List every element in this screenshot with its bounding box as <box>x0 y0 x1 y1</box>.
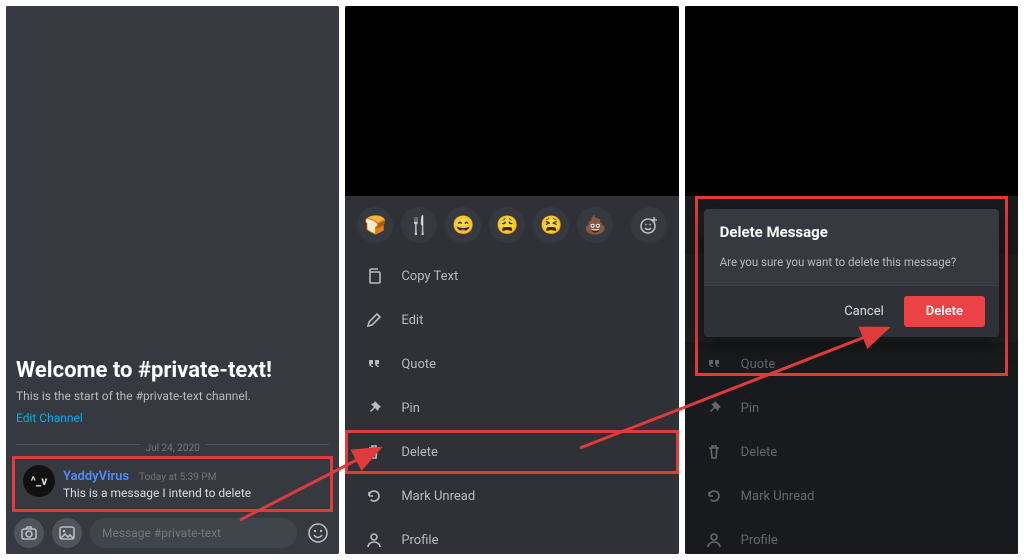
copy-icon <box>365 268 383 284</box>
delete-message-dialog: Delete Message Are you sure you want to … <box>704 209 999 337</box>
composer-bar: Message #private-text <box>6 512 339 554</box>
message-body: YaddyVirus Today at 5:39 PM This is a me… <box>63 465 251 500</box>
menu-label: Profile <box>401 533 438 548</box>
edit-channel-link[interactable]: Edit Channel <box>16 411 329 425</box>
message-context-menu: Copy Text Edit Quote Pin Delete Mark Unr… <box>345 254 678 554</box>
welcome-subtitle: This is the start of the #private-text c… <box>16 389 329 403</box>
smiley-icon <box>307 522 329 544</box>
reaction-option[interactable]: 😫 <box>533 207 569 243</box>
cancel-button[interactable]: Cancel <box>834 296 894 327</box>
panel-context-menu: 🍞 🍴 😄 😩 😫 💩 Copy Text Edit Quote Pin Del… <box>345 6 678 554</box>
menu-item-copy-text[interactable]: Copy Text <box>345 254 678 298</box>
menu-item-quote[interactable]: Quote <box>345 342 678 386</box>
channel-welcome-block: Welcome to #private-text! This is the st… <box>16 358 329 425</box>
dialog-body: Are you sure you want to delete this mes… <box>704 251 999 286</box>
dialog-highlight-box: Delete Message Are you sure you want to … <box>695 196 1008 376</box>
add-reaction-button[interactable] <box>631 207 667 243</box>
reaction-option[interactable]: 🍴 <box>401 207 437 243</box>
avatar[interactable]: ^_v <box>23 465 55 497</box>
dialog-footer: Cancel Delete <box>704 286 999 337</box>
reaction-option[interactable]: 😄 <box>445 207 481 243</box>
image-button[interactable] <box>52 518 82 548</box>
background-dim <box>345 6 678 196</box>
message-text: This is a message I intend to delete <box>63 486 251 500</box>
menu-label: Mark Unread <box>401 489 475 504</box>
menu-label: Pin <box>401 401 420 416</box>
date-divider-label: Jul 24, 2020 <box>140 443 206 454</box>
message-author[interactable]: YaddyVirus <box>63 469 129 484</box>
message-input-placeholder: Message #private-text <box>102 526 221 540</box>
menu-label: Delete <box>401 445 438 460</box>
menu-item-pin[interactable]: Pin <box>345 386 678 430</box>
message-input[interactable]: Message #private-text <box>90 518 297 548</box>
image-icon <box>59 526 75 540</box>
menu-label: Quote <box>401 357 436 372</box>
menu-item-mark-unread[interactable]: Mark Unread <box>345 474 678 518</box>
camera-icon <box>21 526 37 540</box>
camera-button[interactable] <box>14 518 44 548</box>
quote-icon <box>365 356 383 372</box>
menu-label: Copy Text <box>401 269 458 284</box>
welcome-title: Welcome to #private-text! <box>16 358 329 383</box>
delete-confirm-button[interactable]: Delete <box>904 296 985 327</box>
channel-scrollback <box>6 6 339 346</box>
quick-reaction-row: 🍞 🍴 😄 😩 😫 💩 <box>345 196 678 254</box>
reaction-option[interactable]: 💩 <box>577 207 613 243</box>
trash-icon <box>365 444 383 460</box>
reaction-option[interactable]: 😩 <box>489 207 525 243</box>
menu-item-profile[interactable]: Profile <box>345 518 678 554</box>
menu-item-delete[interactable]: Delete <box>345 430 678 474</box>
menu-label: Edit <box>401 313 423 328</box>
refresh-icon <box>365 488 383 504</box>
dialog-title: Delete Message <box>704 209 999 251</box>
panel-channel-view: Welcome to #private-text! This is the st… <box>6 6 339 554</box>
pencil-icon <box>365 312 383 328</box>
menu-item-edit[interactable]: Edit <box>345 298 678 342</box>
reaction-option[interactable]: 🍞 <box>357 207 393 243</box>
emoji-button[interactable] <box>305 520 331 546</box>
person-icon <box>365 532 383 548</box>
pin-icon <box>365 400 383 416</box>
message-row-highlighted[interactable]: ^_v YaddyVirus Today at 5:39 PM This is … <box>12 456 333 512</box>
panel-delete-dialog: 🍞 Quote Pin Delete Mark Unread Profile D… <box>685 6 1018 554</box>
add-reaction-icon <box>639 215 659 235</box>
message-timestamp: Today at 5:39 PM <box>139 472 216 483</box>
